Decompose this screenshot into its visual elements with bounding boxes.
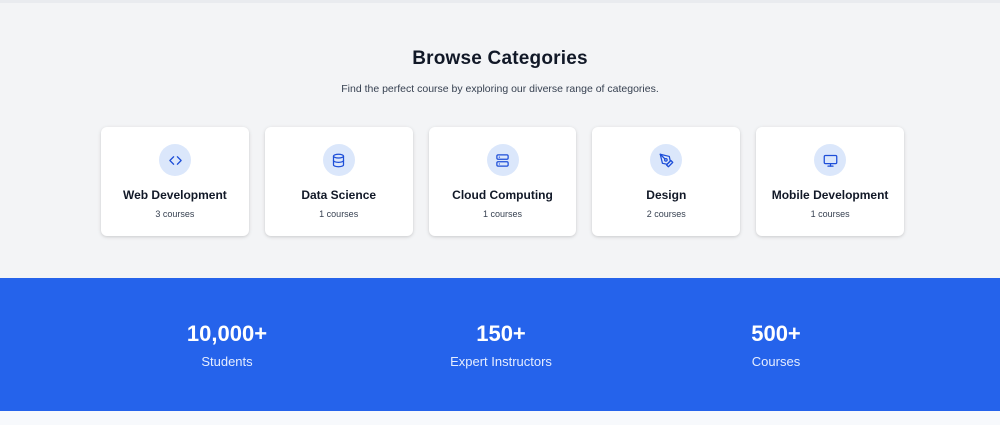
server-icon [486, 144, 519, 176]
category-name: Design [646, 188, 687, 202]
category-course-count: 1 courses [319, 209, 359, 219]
stat-label: Expert Instructors [450, 354, 552, 369]
category-card-design[interactable]: Design 2 courses [592, 127, 741, 236]
code-icon [159, 144, 191, 176]
stat-label: Students [201, 354, 253, 369]
categories-section: Browse Categories Find the perfect cours… [0, 3, 1000, 278]
category-card-list: Web Development 3 courses Data Science 1… [101, 127, 904, 237]
category-name: Web Development [122, 188, 227, 202]
category-name: Data Science [301, 188, 377, 202]
category-course-count: 1 courses [482, 209, 522, 219]
category-course-count: 1 courses [810, 209, 850, 219]
database-icon [322, 144, 355, 176]
category-card-data-science[interactable]: Data Science 1 courses [264, 127, 413, 236]
stat-label: Courses [751, 354, 801, 369]
category-course-count: 2 courses [646, 209, 686, 219]
category-card-cloud-computing[interactable]: Cloud Computing 1 courses [428, 127, 577, 236]
section-subtitle: Find the perfect course by exploring our… [341, 83, 659, 95]
stat-value: 500+ [751, 321, 801, 346]
stat-courses: 500+ Courses [626, 278, 926, 411]
section-title: Browse Categories [412, 48, 588, 69]
category-name: Mobile Development [771, 188, 889, 202]
stat-value: 150+ [476, 321, 526, 346]
stat-value: 10,000+ [186, 321, 268, 346]
pen-tool-icon [650, 144, 683, 176]
next-section-edge [0, 411, 1000, 425]
category-name: Cloud Computing [452, 188, 553, 202]
monitor-icon [814, 144, 847, 176]
stat-students: 10,000+ Students [77, 278, 377, 411]
stats-banner: 10,000+ Students 150+ Expert Instructors… [0, 278, 1000, 411]
category-card-web-development[interactable]: Web Development 3 courses [101, 127, 249, 236]
category-card-mobile-development[interactable]: Mobile Development 1 courses [756, 127, 904, 236]
category-course-count: 3 courses [155, 209, 195, 219]
stat-expert-instructors: 150+ Expert Instructors [351, 278, 651, 411]
